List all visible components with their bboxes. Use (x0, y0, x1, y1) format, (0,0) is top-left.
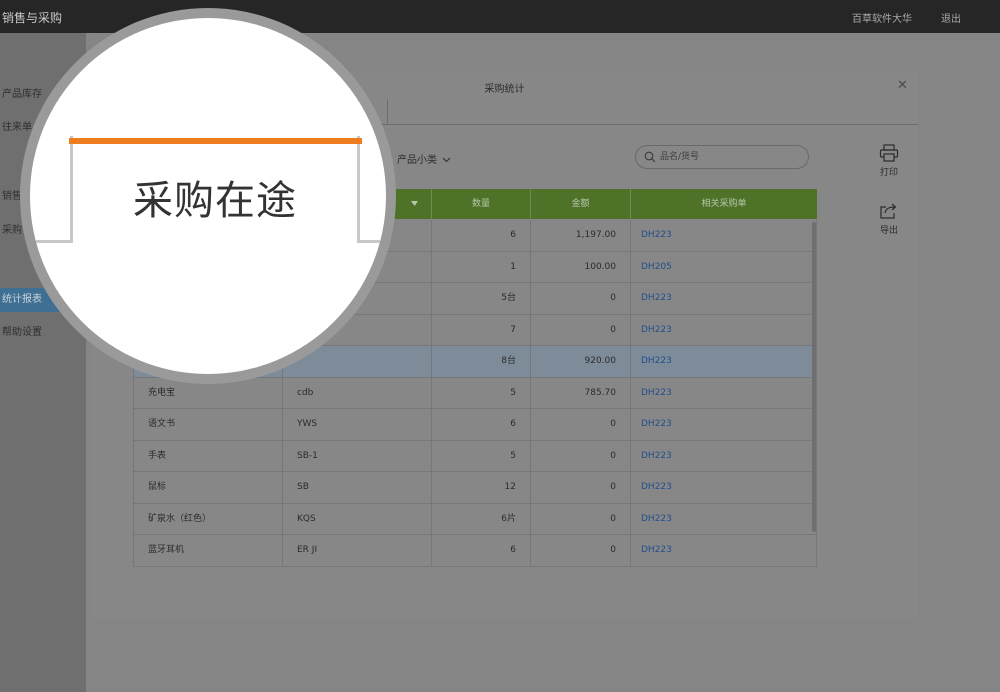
active-tab-accent (69, 138, 362, 144)
export-button[interactable]: 导出 (874, 202, 904, 236)
cell-product-code: SB (283, 472, 432, 504)
logout-link[interactable]: 退出 (941, 10, 961, 25)
cell-amount: 0 (531, 440, 631, 472)
cell-amount: 0 (531, 409, 631, 441)
cell-quantity: 5台 (432, 283, 531, 315)
print-button[interactable]: 打印 (874, 144, 904, 178)
cell-amount: 1,197.00 (531, 220, 631, 252)
cell-quantity: 6 (432, 220, 531, 252)
cell-quantity: 6 (432, 535, 531, 567)
cell-product-name: 鼠标 (133, 472, 283, 504)
cell-amount: 0 (531, 283, 631, 315)
cell-order-link[interactable]: DH223 (631, 440, 817, 472)
app-title: 销售与采购 (2, 11, 63, 25)
cell-amount: 0 (531, 535, 631, 567)
cell-order-link[interactable]: DH223 (631, 346, 817, 378)
printer-icon (879, 144, 899, 162)
cell-order-link[interactable]: DH223 (631, 314, 817, 346)
magnified-view: 采购在途 (30, 18, 386, 374)
tab-divider (387, 99, 388, 125)
table-row[interactable]: 充电宝 cdb 5 785.70 DH223 (133, 377, 817, 409)
print-label: 打印 (879, 168, 898, 178)
cell-product-name: 语文书 (133, 409, 283, 441)
table-row[interactable]: 手表 SB-1 5 0 DH223 (133, 440, 817, 472)
close-icon[interactable]: ✕ (897, 78, 908, 93)
cell-order-link[interactable]: DH223 (631, 535, 817, 567)
magnifier-lens: 采购在途 (20, 8, 396, 384)
sort-icon (411, 201, 418, 206)
cell-quantity: 6片 (432, 503, 531, 535)
cell-product-name: 矿泉水（红色） (133, 503, 283, 535)
tab-in-transit[interactable]: 采购在途 (72, 168, 358, 226)
cell-product-code: YWS (283, 409, 432, 441)
export-label: 导出 (879, 226, 898, 236)
table-row[interactable]: 矿泉水（红色） KQS 6片 0 DH223 (133, 503, 817, 535)
cell-product-code: ER JI (283, 535, 432, 567)
cell-quantity: 7 (432, 314, 531, 346)
table-row[interactable]: 鼠标 SB 12 0 DH223 (133, 472, 817, 504)
cell-quantity: 5 (432, 440, 531, 472)
cell-order-link[interactable]: DH223 (631, 409, 817, 441)
column-header-amount[interactable]: 金额 (531, 189, 631, 219)
table-row[interactable]: 语文书 YWS 6 0 DH223 (133, 409, 817, 441)
cell-order-link[interactable]: DH223 (631, 503, 817, 535)
table-scrollbar[interactable] (812, 222, 816, 532)
cell-order-link[interactable]: DH223 (631, 472, 817, 504)
column-header-orders[interactable]: 相关采购单 (631, 189, 817, 219)
cell-quantity: 12 (432, 472, 531, 504)
magnified-tab-baseline-left (30, 240, 73, 243)
cell-product-code: cdb (283, 377, 432, 409)
cell-quantity: 6 (432, 409, 531, 441)
cell-amount: 100.00 (531, 251, 631, 283)
cell-amount: 785.70 (531, 377, 631, 409)
export-icon (880, 203, 897, 219)
cell-amount: 920.00 (531, 346, 631, 378)
cell-order-link[interactable]: DH223 (631, 377, 817, 409)
magnified-tab-baseline-right (357, 240, 386, 243)
cell-quantity: 8台 (432, 346, 531, 378)
cell-product-name: 蓝牙耳机 (133, 535, 283, 567)
cell-quantity: 5 (432, 377, 531, 409)
search-input[interactable] (660, 150, 800, 164)
search-icon (644, 151, 656, 163)
cell-amount: 0 (531, 314, 631, 346)
cell-product-code: SB-1 (283, 440, 432, 472)
cell-order-link[interactable]: DH205 (631, 251, 817, 283)
company-name[interactable]: 百草软件大华 (852, 10, 912, 25)
cell-amount: 0 (531, 503, 631, 535)
subcategory-filter[interactable]: 产品小类 (397, 151, 451, 166)
subcategory-filter-label: 产品小类 (397, 155, 437, 166)
chevron-down-icon (442, 157, 451, 163)
search-box[interactable] (635, 145, 809, 169)
cell-order-link[interactable]: DH223 (631, 283, 817, 315)
cell-product-name: 手表 (133, 440, 283, 472)
cell-product-code: KQS (283, 503, 432, 535)
cell-amount: 0 (531, 472, 631, 504)
cell-quantity: 1 (432, 251, 531, 283)
column-header-quantity[interactable]: 数量 (432, 189, 531, 219)
table-row[interactable]: 蓝牙耳机 ER JI 6 0 DH223 (133, 535, 817, 567)
cell-order-link[interactable]: DH223 (631, 220, 817, 252)
